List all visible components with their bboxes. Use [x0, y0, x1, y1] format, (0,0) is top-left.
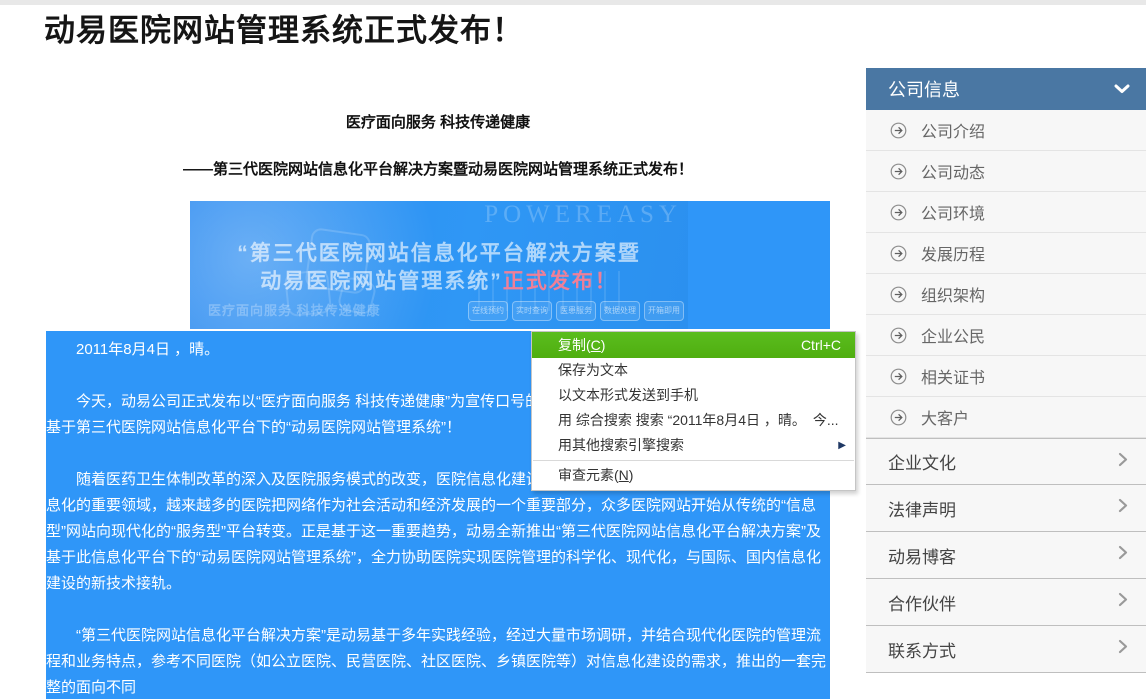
sidebar-section-partners[interactable]: 合作伙伴: [866, 579, 1146, 626]
selection-highlight-filler: [688, 201, 830, 329]
sidebar-item-label: 公司动态: [921, 159, 985, 183]
banner-tag: 开箱即用: [644, 301, 684, 321]
sidebar-item-development-history[interactable]: 发展历程: [866, 233, 1146, 274]
context-menu: 复制(C) Ctrl+C 保存为文本 以文本形式发送到手机 用 综合搜索 搜索 …: [531, 331, 856, 491]
sidebar-section-corporate-culture[interactable]: 企业文化: [866, 438, 1146, 485]
chevron-right-icon: [1118, 452, 1128, 472]
sidebar-item-company-news[interactable]: 公司动态: [866, 151, 1146, 192]
sidebar-item-label: 发展历程: [921, 241, 985, 265]
chevron-right-icon: [1118, 498, 1128, 518]
menu-label: ): [601, 337, 606, 353]
context-menu-item-inspect-element[interactable]: 审查元素(N): [532, 463, 855, 488]
chevron-down-icon: [1114, 79, 1130, 100]
sidebar-section-legal-notice[interactable]: 法律声明: [866, 485, 1146, 532]
sidebar-item-company-intro[interactable]: 公司介绍: [866, 110, 1146, 151]
sidebar-item-org-structure[interactable]: 组织架构: [866, 274, 1146, 315]
sidebar-section-contact[interactable]: 联系方式: [866, 626, 1146, 673]
sidebar-item-key-clients[interactable]: 大客户: [866, 397, 1146, 438]
paragraph-solution: “第三代医院网站信息化平台解决方案”是动易基于多年实践经验，经过大量市场调研，并…: [46, 623, 830, 699]
sidebar-item-label: 公司环境: [921, 200, 985, 224]
banner-tag: 医患服务: [556, 301, 596, 321]
circle-arrow-icon: [890, 409, 907, 426]
sidebar-section-label: 合作伙伴: [888, 590, 1118, 615]
circle-arrow-icon: [890, 327, 907, 344]
sidebar-section-label: 企业文化: [888, 449, 1118, 474]
sidebar-section-label: 联系方式: [888, 637, 1118, 662]
context-menu-item-search-selection[interactable]: 用 综合搜索 搜索 “2011年8月4日 ，晴。 今...: [532, 408, 855, 433]
menu-separator: [533, 460, 854, 461]
banner-release-highlight: 正式发布！: [503, 270, 618, 293]
banner-headline-text: 动易医院网站管理系统”: [260, 270, 503, 293]
menu-label: 审查元素(: [558, 467, 619, 483]
circle-arrow-icon: [890, 286, 907, 303]
sidebar-item-label: 大客户: [921, 405, 969, 429]
context-menu-item-copy[interactable]: 复制(C) Ctrl+C: [532, 332, 855, 358]
banner-tag: 在线预约: [468, 301, 508, 321]
sidebar-section-dongyi-blog[interactable]: 动易博客: [866, 532, 1146, 579]
top-border-strip: [0, 0, 1146, 5]
sidebar-item-company-environment[interactable]: 公司环境: [866, 192, 1146, 233]
menu-mnemonic: C: [591, 337, 601, 353]
circle-arrow-icon: [890, 368, 907, 385]
page-title: 动易医院网站管理系统正式发布！: [44, 11, 1146, 51]
menu-mnemonic: N: [619, 467, 629, 483]
sidebar-section-label: 动易博客: [888, 543, 1118, 568]
article-subtitle-slogan: 医疗面向服务 科技传递健康: [46, 111, 830, 132]
circle-arrow-icon: [890, 122, 907, 139]
sidebar-header-label: 公司信息: [888, 76, 1114, 102]
sidebar-item-label: 企业公民: [921, 323, 985, 347]
sidebar-item-corporate-citizen[interactable]: 企业公民: [866, 315, 1146, 356]
circle-arrow-icon: [890, 204, 907, 221]
sidebar-item-label: 组织架构: [921, 282, 985, 306]
sidebar-item-certificates[interactable]: 相关证书: [866, 356, 1146, 397]
menu-label: ): [629, 467, 634, 483]
chevron-right-icon: [1118, 545, 1128, 565]
hotkey-label: Ctrl+C: [801, 332, 841, 358]
chevron-right-icon: [1118, 639, 1128, 659]
banner-slogan: 医疗面向服务 科技传递健康: [208, 300, 381, 319]
banner-headline-line1: “第三代医院网站信息化平台解决方案暨: [190, 237, 688, 267]
sidebar-item-label: 公司介绍: [921, 118, 985, 142]
chevron-right-icon: [1118, 592, 1128, 612]
banner-feature-tags: 在线预约 实时查询 医患服务 数据处理 开箱即用: [468, 301, 684, 321]
sidebar-item-label: 相关证书: [921, 364, 985, 388]
banner-tag: 实时查询: [512, 301, 552, 321]
context-menu-item-send-to-phone[interactable]: 以文本形式发送到手机: [532, 383, 855, 408]
sidebar-header-company-info[interactable]: 公司信息: [866, 68, 1146, 110]
submenu-arrow-icon: ▶: [838, 433, 846, 458]
menu-label: 用其他搜索引擎搜索: [558, 437, 684, 453]
circle-arrow-icon: [890, 163, 907, 180]
circle-arrow-icon: [890, 245, 907, 262]
menu-label: 复制(: [558, 337, 591, 353]
banner-row: POWEREASY “第三代医院网站信息化平台解决方案暨 动易医院网站管理系统”…: [190, 201, 830, 329]
banner-watermark: POWEREASY: [484, 201, 682, 229]
sidebar-section-label: 法律声明: [888, 496, 1118, 521]
article-subtitle-release: ——第三代医院网站信息化平台解决方案暨动易医院网站管理系统正式发布！: [46, 158, 830, 179]
banner-tag: 数据处理: [600, 301, 640, 321]
context-menu-item-save-as-text[interactable]: 保存为文本: [532, 358, 855, 383]
banner-headline-line2: 动易医院网站管理系统”正式发布！: [190, 265, 688, 295]
banner-image: POWEREASY “第三代医院网站信息化平台解决方案暨 动易医院网站管理系统”…: [190, 201, 688, 329]
sidebar-menu: 公司信息 公司介绍 公司动态 公司环境 发展历程 组织架构 企业公民 相关证书 …: [866, 68, 1146, 673]
context-menu-item-other-search-engines[interactable]: 用其他搜索引擎搜索 ▶: [532, 433, 855, 458]
